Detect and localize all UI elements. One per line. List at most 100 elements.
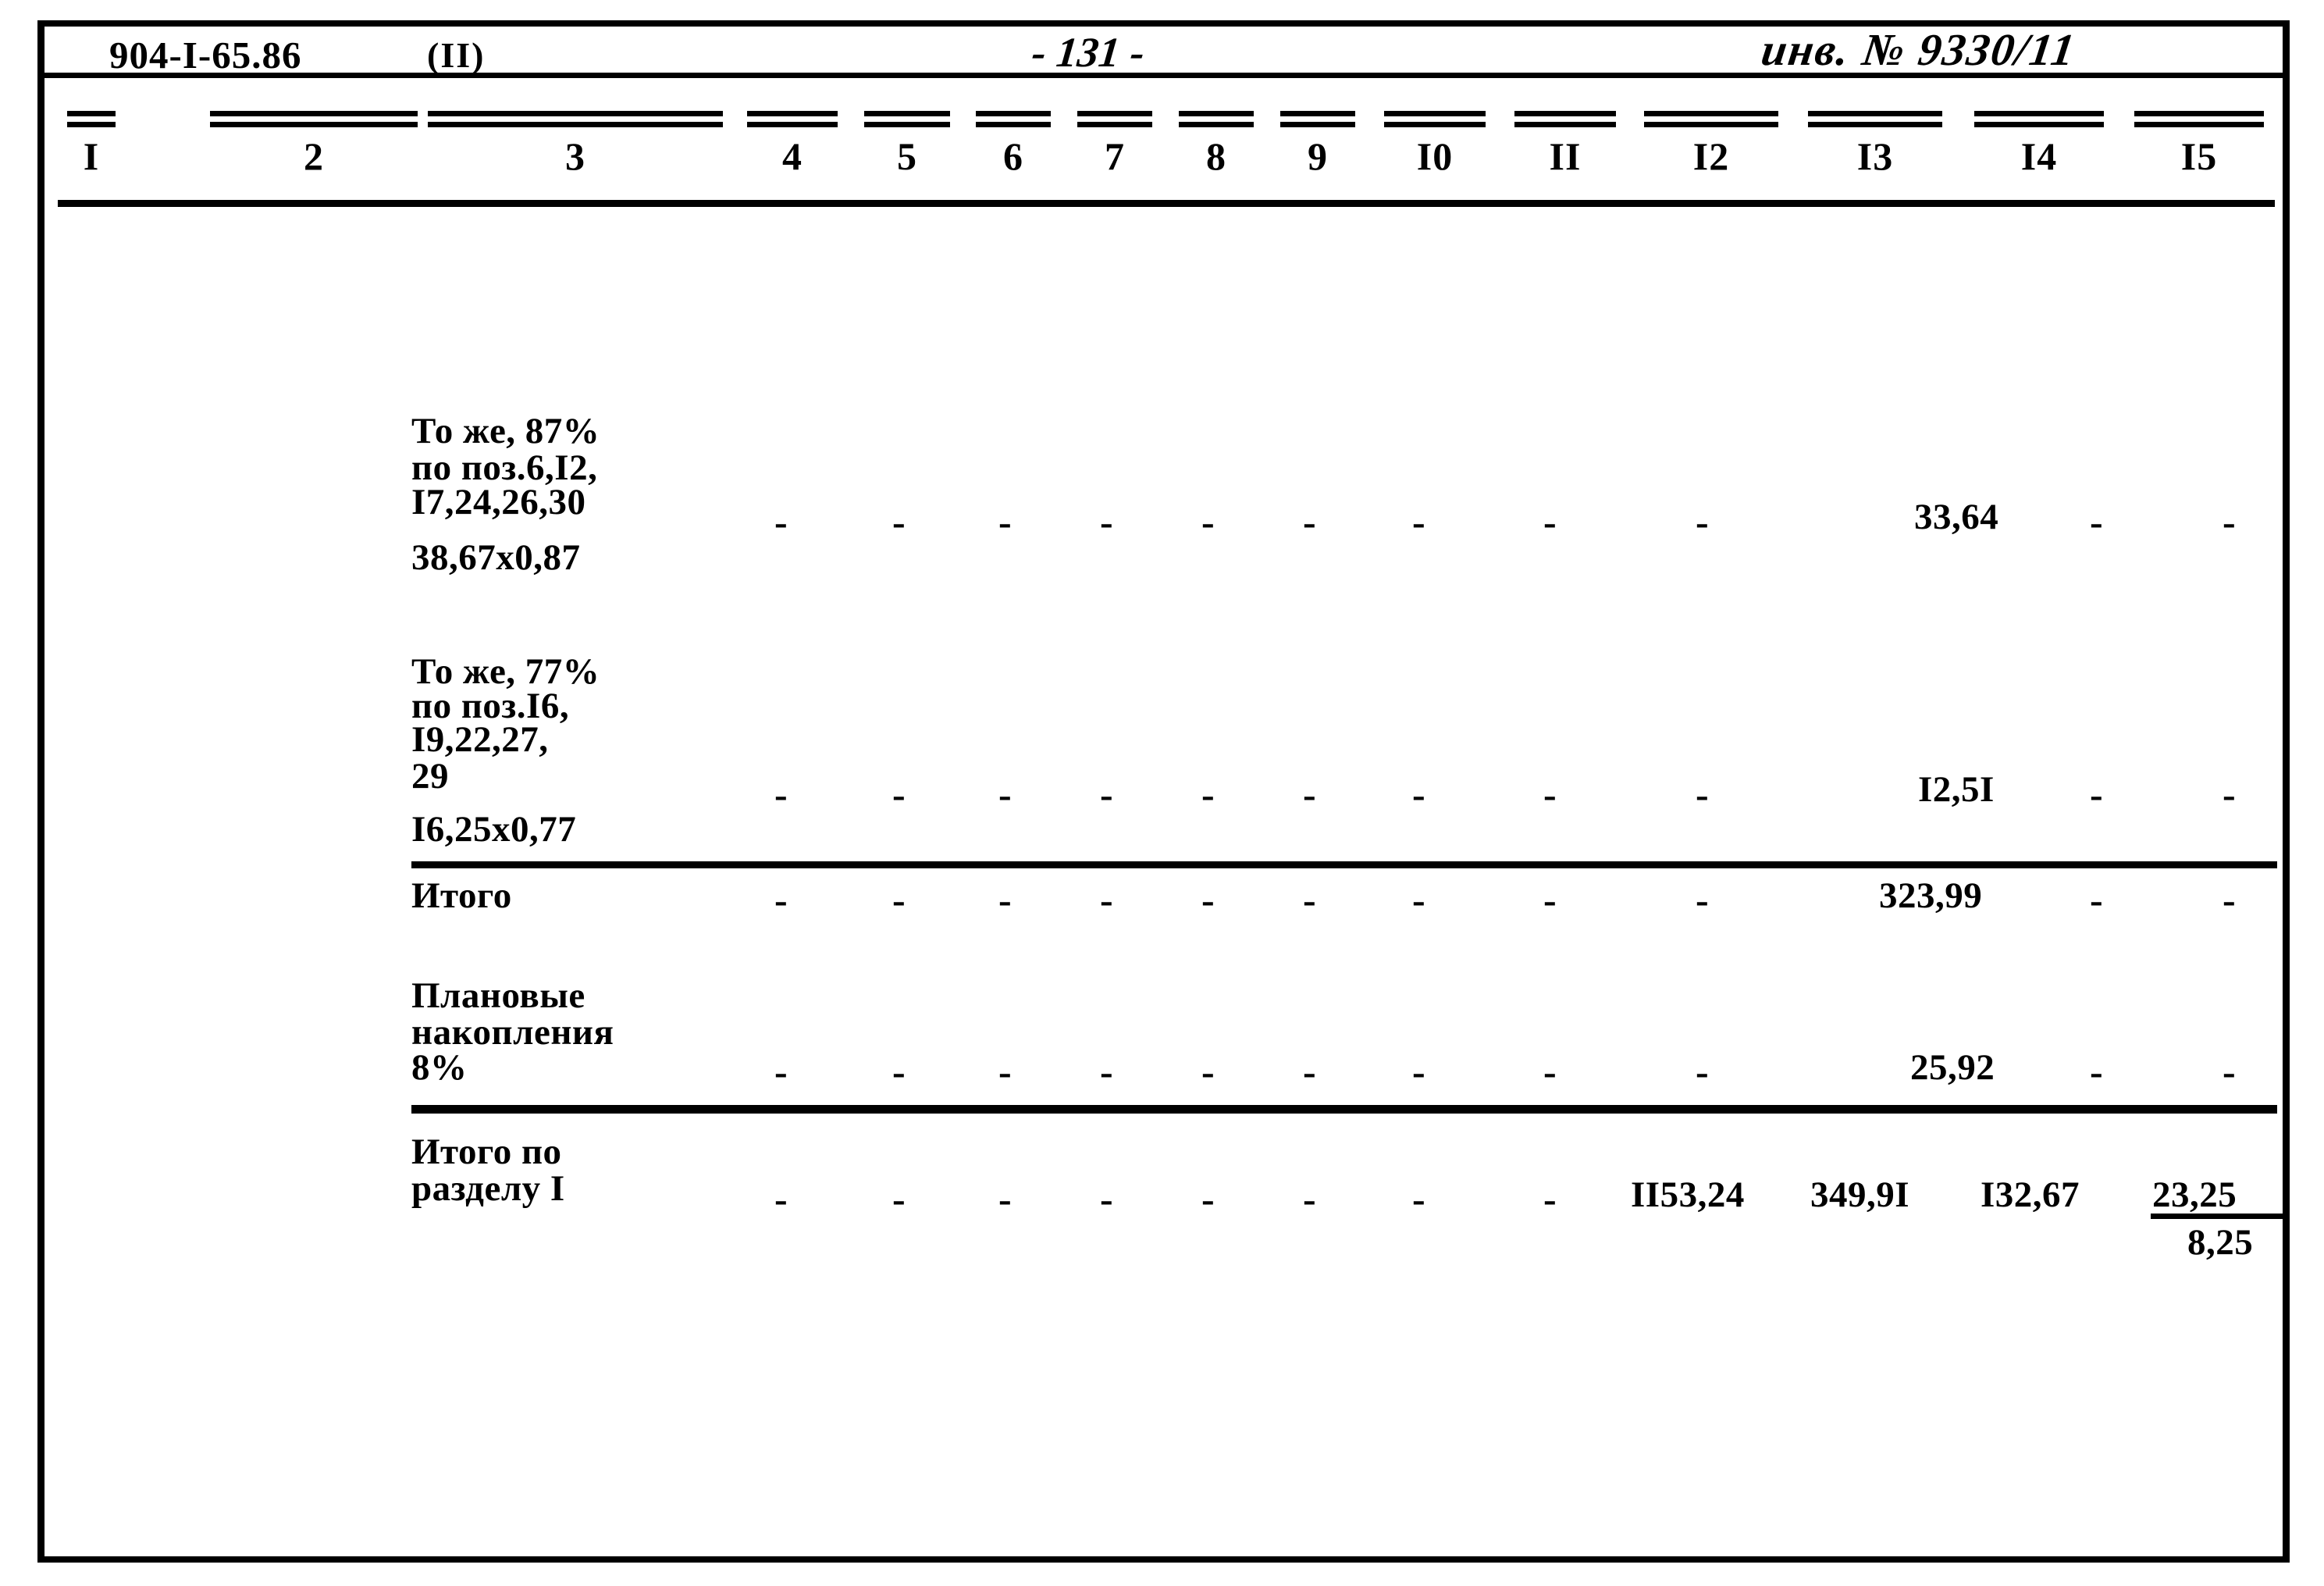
column-header-13: I3: [1801, 111, 1949, 176]
column-header-label: I0: [1416, 134, 1454, 178]
row-description: разделу I: [411, 1168, 565, 1209]
column-header-7: 7: [1069, 111, 1160, 176]
double-rule-icon: [1077, 111, 1152, 131]
column-header-10: I0: [1376, 111, 1493, 176]
column-header-label: 4: [782, 134, 803, 178]
cell-col10: -: [1412, 878, 1425, 921]
cell-col15: -: [2223, 1050, 2236, 1093]
cell-col7: -: [1100, 772, 1113, 816]
row-description: I7,24,26,30: [411, 482, 586, 522]
inventory-number: инв. № 9330/11: [1758, 24, 2080, 75]
cell-col15: -: [2223, 500, 2236, 544]
cell-col13: 323,99: [1879, 875, 1983, 916]
double-rule-icon: [1808, 111, 1942, 131]
double-rule-icon: [747, 111, 838, 131]
double-rule-icon: [1514, 111, 1616, 131]
double-rule-icon: [428, 111, 723, 131]
document-code: 904-I-65.86: [109, 34, 302, 77]
row-separator: [411, 1105, 2277, 1114]
cell-col7: -: [1100, 1177, 1113, 1221]
cell-col8: -: [1201, 878, 1215, 921]
cell-col13: I2,5I: [1918, 769, 1995, 810]
cell-col10: -: [1412, 772, 1425, 816]
double-rule-icon: [1280, 111, 1355, 131]
column-header-label: 7: [1105, 134, 1125, 178]
column-header-12: I2: [1637, 111, 1785, 176]
column-header-8: 8: [1171, 111, 1262, 176]
double-rule-icon: [976, 111, 1051, 131]
cell-col13: 33,64: [1914, 497, 1999, 537]
column-header-label: 9: [1308, 134, 1328, 178]
double-rule-icon: [1974, 111, 2104, 131]
cell-col11: -: [1543, 1177, 1557, 1221]
cell-col14: I32,67: [1981, 1174, 2080, 1215]
double-rule-icon: [864, 111, 950, 131]
column-header-label: 2: [304, 134, 324, 178]
cell-col15-denominator: 8,25: [2187, 1222, 2254, 1263]
row-separator: [411, 861, 2277, 868]
column-header-divider: [58, 200, 2275, 207]
cell-col8: -: [1201, 1050, 1215, 1093]
cell-col7: -: [1100, 1050, 1113, 1093]
cell-col4: -: [774, 772, 788, 816]
column-header-4: 4: [739, 111, 845, 176]
column-header-label: 3: [565, 134, 585, 178]
cell-col5: -: [892, 500, 906, 544]
column-header-1: I: [58, 111, 125, 176]
cell-col13: 25,92: [1910, 1047, 1995, 1088]
column-header-label: II: [1549, 134, 1582, 178]
column-header-5: 5: [856, 111, 958, 176]
column-header-15: I5: [2125, 111, 2273, 176]
column-header-label: I4: [2020, 134, 2058, 178]
cell-col8: -: [1201, 772, 1215, 816]
row-formula: 38,67x0,87: [411, 537, 581, 578]
cell-col6: -: [998, 772, 1012, 816]
double-rule-icon: [1384, 111, 1486, 131]
column-header-6: 6: [968, 111, 1059, 176]
cell-col12: -: [1696, 772, 1709, 816]
cell-col9: -: [1303, 500, 1316, 544]
row-description: 8%: [411, 1047, 468, 1088]
row-description: Итого по: [411, 1132, 562, 1172]
cell-col12: -: [1696, 500, 1709, 544]
cell-col11: -: [1543, 1050, 1557, 1093]
cell-col5: -: [892, 1177, 906, 1221]
column-header-3: 3: [419, 111, 731, 176]
cell-col14: -: [2090, 772, 2103, 816]
row-description: Плановые: [411, 975, 585, 1016]
page-frame: 904-I-65.86 (II) - 131 - инв. № 9330/11 …: [37, 20, 2290, 1563]
cell-col13: 349,9I: [1810, 1174, 1910, 1215]
double-rule-icon: [210, 111, 418, 131]
double-rule-icon: [67, 111, 116, 131]
cell-col6: -: [998, 1050, 1012, 1093]
cell-col12: -: [1696, 878, 1709, 921]
column-header-label: 6: [1003, 134, 1023, 178]
cell-col15: -: [2223, 772, 2236, 816]
double-rule-icon: [1179, 111, 1254, 131]
double-rule-icon: [1644, 111, 1778, 131]
cell-col8: -: [1201, 1177, 1215, 1221]
column-header-2: 2: [201, 111, 427, 176]
cell-col5: -: [892, 878, 906, 921]
column-header-14: I4: [1965, 111, 2113, 176]
row-description: I9,22,27,: [411, 719, 549, 760]
cell-col6: -: [998, 500, 1012, 544]
cell-col4: -: [774, 1177, 788, 1221]
cell-col5: -: [892, 1050, 906, 1093]
page-number: - 131 -: [1029, 29, 1148, 76]
row-description: То же, 87%: [411, 411, 600, 451]
column-header-9: 9: [1272, 111, 1363, 176]
page-header: 904-I-65.86 (II) - 131 - инв. № 9330/11: [44, 24, 2283, 77]
cell-col11: -: [1543, 772, 1557, 816]
cell-col8: -: [1201, 500, 1215, 544]
cell-col15-numerator: 23,25: [2152, 1174, 2237, 1215]
cell-col4: -: [774, 878, 788, 921]
header-divider: [44, 73, 2283, 78]
cell-col6: -: [998, 878, 1012, 921]
cell-col10: -: [1412, 1177, 1425, 1221]
cell-col5: -: [892, 772, 906, 816]
cell-col11: -: [1543, 878, 1557, 921]
cell-col14: -: [2090, 878, 2103, 921]
cell-col12: -: [1696, 1050, 1709, 1093]
column-header-label: I2: [1692, 134, 1730, 178]
